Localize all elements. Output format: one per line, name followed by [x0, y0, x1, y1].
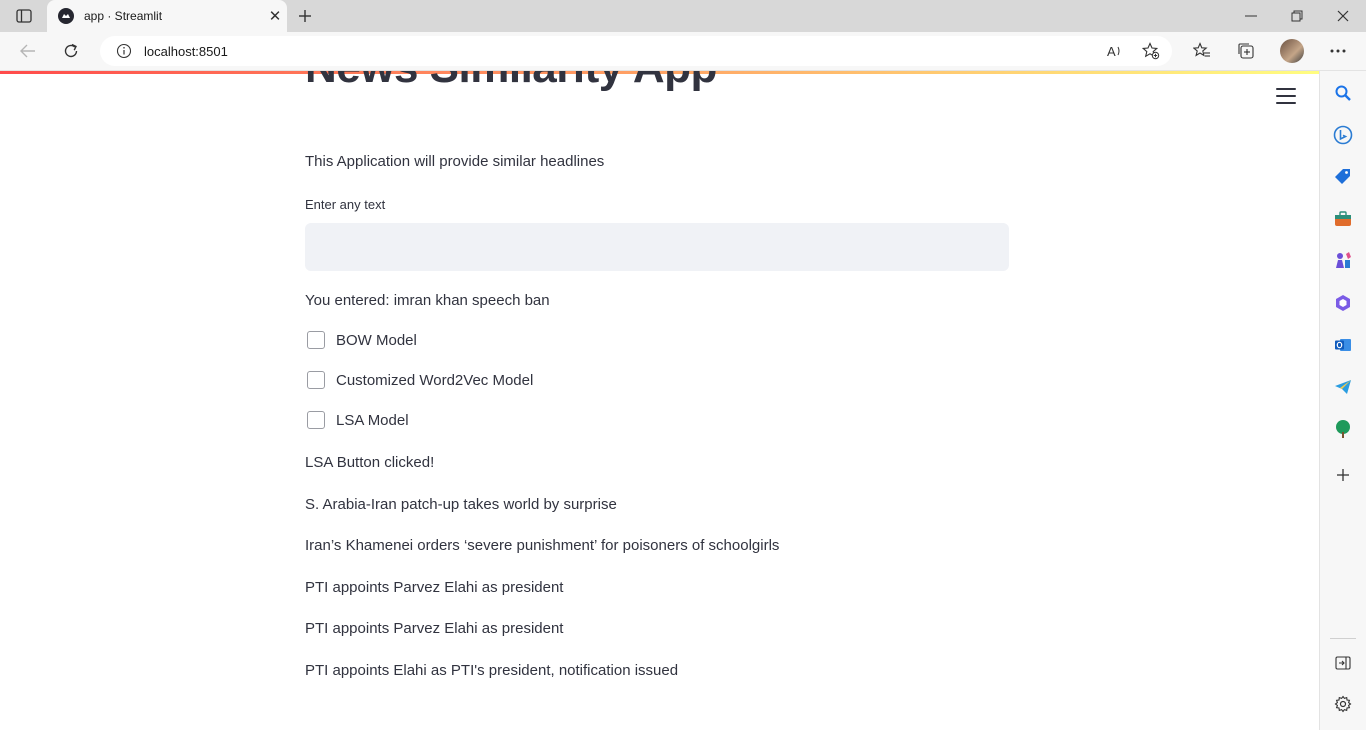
telegram-send-icon[interactable]	[1332, 376, 1354, 398]
minimize-window-icon[interactable]	[1228, 0, 1274, 32]
address-bar[interactable]: localhost:8501 A	[100, 36, 1172, 66]
new-tab-button[interactable]	[294, 5, 316, 27]
checkbox-label: Customized Word2Vec Model	[336, 371, 534, 389]
search-text-input[interactable]	[305, 223, 1009, 271]
entered-text-output: You entered: imran khan speech ban	[305, 292, 550, 309]
browser-tab-strip: app · Streamlit ✕	[0, 0, 1366, 32]
checkbox-label: LSA Model	[336, 411, 409, 429]
add-sidebar-app-icon[interactable]	[1332, 464, 1354, 486]
reload-icon[interactable]	[58, 39, 84, 63]
bing-chat-icon[interactable]	[1332, 124, 1354, 146]
search-icon[interactable]	[1332, 82, 1354, 104]
status-message: LSA Button clicked!	[305, 454, 435, 471]
tab-actions-icon[interactable]	[10, 6, 38, 26]
tree-icon[interactable]	[1332, 418, 1354, 440]
result-headline: Iran’s Khamenei orders ‘severe punishmen…	[305, 537, 780, 554]
streamlit-favicon-icon	[58, 8, 74, 24]
browser-toolbar: localhost:8501 A	[0, 32, 1366, 71]
read-aloud-icon[interactable]: A	[1104, 41, 1126, 61]
svg-text:A: A	[1107, 44, 1116, 59]
checkbox-box[interactable]	[307, 371, 325, 389]
favorites-icon[interactable]	[1189, 39, 1215, 63]
hamburger-menu-icon[interactable]	[1276, 88, 1296, 104]
games-icon[interactable]	[1332, 250, 1354, 272]
collections-icon[interactable]	[1233, 39, 1259, 63]
text-input-label: Enter any text	[305, 197, 386, 212]
page-viewport: News Similarity App This Application wil…	[0, 71, 1319, 730]
checkbox-box[interactable]	[307, 331, 325, 349]
microsoft-365-icon[interactable]	[1332, 292, 1354, 314]
add-favorite-icon[interactable]	[1140, 41, 1162, 61]
back-arrow-icon[interactable]	[15, 39, 41, 63]
url-text: localhost:8501	[144, 43, 228, 59]
app-description: This Application will provide similar he…	[305, 153, 605, 170]
restore-window-icon[interactable]	[1274, 0, 1320, 32]
settings-gear-icon[interactable]	[1332, 693, 1354, 715]
result-headline: PTI appoints Parvez Elahi as president	[305, 620, 564, 637]
result-headline: PTI appoints Parvez Elahi as president	[305, 579, 564, 596]
shopping-tag-icon[interactable]	[1332, 166, 1354, 188]
checkbox-lsa-model[interactable]: LSA Model	[305, 411, 409, 429]
info-icon[interactable]	[116, 43, 132, 59]
checkbox-box[interactable]	[307, 411, 325, 429]
edge-sidebar	[1319, 71, 1366, 730]
browser-tab-active[interactable]: app · Streamlit ✕	[47, 0, 287, 32]
tab-title: app · Streamlit	[84, 9, 163, 23]
profile-avatar[interactable]	[1279, 39, 1305, 63]
outlook-icon[interactable]	[1332, 334, 1354, 356]
result-headline: PTI appoints Elahi as PTI's president, n…	[305, 662, 679, 679]
close-window-icon[interactable]	[1320, 0, 1366, 32]
result-headline: S. Arabia-Iran patch-up takes world by s…	[305, 496, 617, 513]
close-tab-icon[interactable]: ✕	[263, 7, 287, 25]
checkbox-word2vec-model[interactable]: Customized Word2Vec Model	[305, 371, 533, 389]
page-title: News Similarity App	[305, 71, 717, 93]
sidebar-divider	[1330, 638, 1356, 639]
checkbox-bow-model[interactable]: BOW Model	[305, 331, 417, 349]
more-icon[interactable]	[1325, 39, 1351, 63]
hide-sidebar-icon[interactable]	[1332, 652, 1354, 674]
checkbox-label: BOW Model	[336, 331, 417, 349]
tools-icon[interactable]	[1332, 208, 1354, 230]
title-container: News Similarity App	[305, 71, 1009, 125]
